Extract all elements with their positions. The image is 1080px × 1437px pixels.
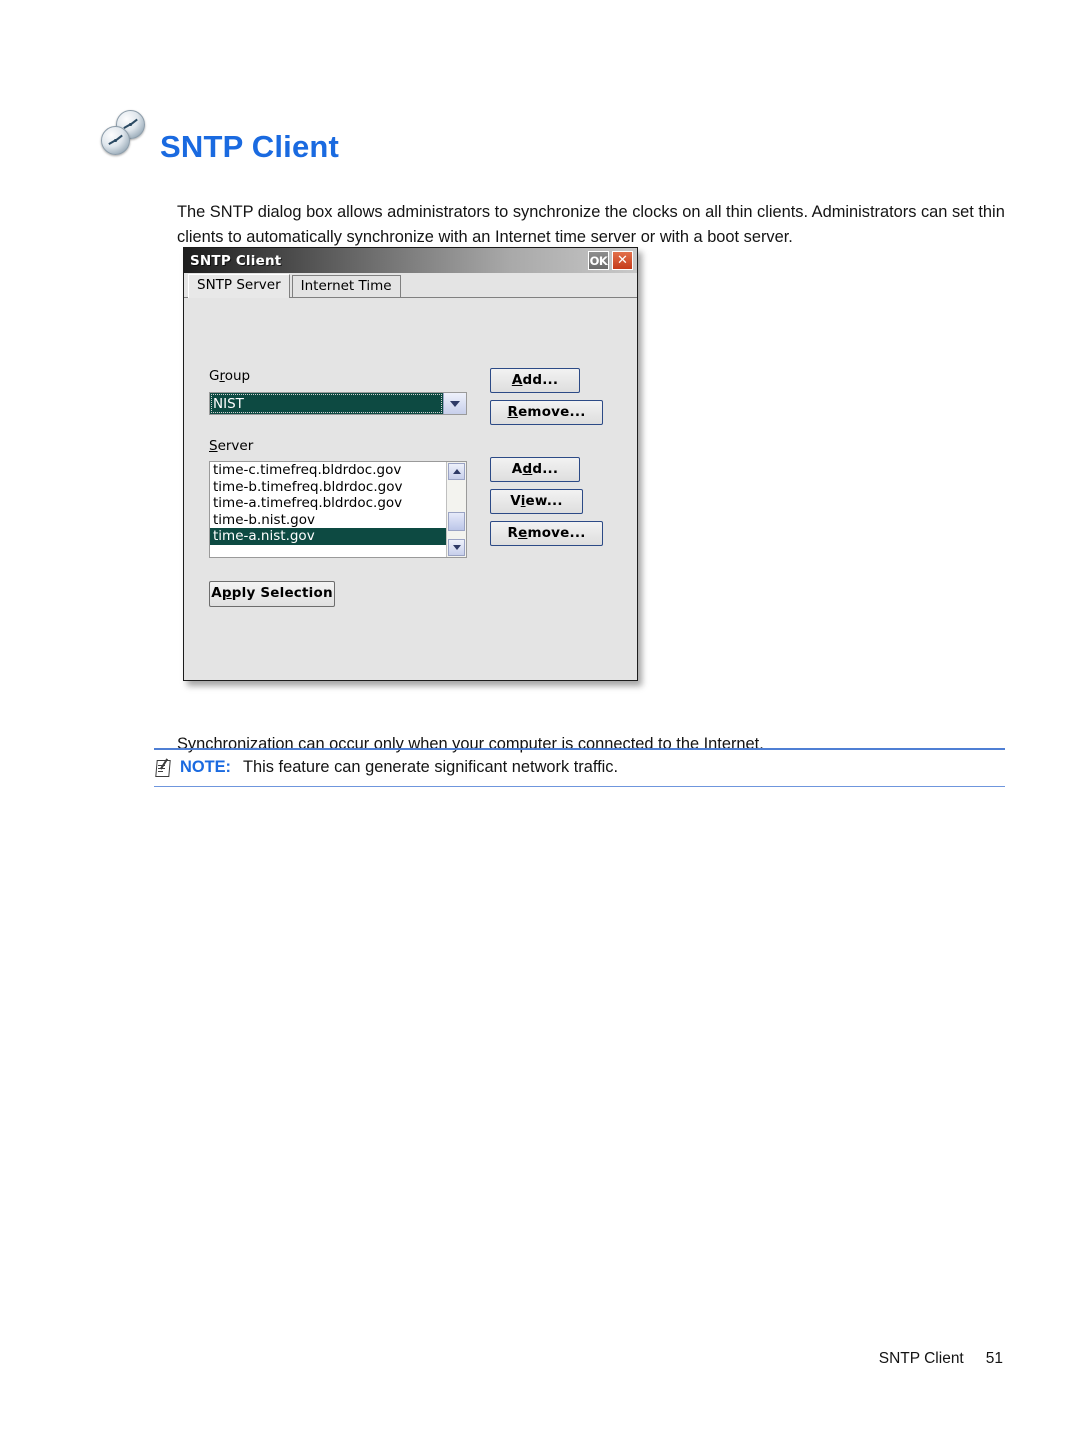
footer-page-number: 51 bbox=[985, 1350, 1003, 1367]
dialog-title: SNTP Client bbox=[190, 252, 282, 269]
chevron-down-icon[interactable] bbox=[443, 393, 466, 414]
server-list-items: time-c.timefreq.bldrdoc.gov time-b.timef… bbox=[210, 462, 446, 557]
note-label: NOTE: bbox=[180, 758, 231, 777]
close-icon[interactable]: ✕ bbox=[612, 251, 633, 270]
tab-internet-time[interactable]: Internet Time bbox=[291, 275, 401, 298]
page-title: SNTP Client bbox=[160, 129, 340, 164]
footer-chapter: SNTP Client bbox=[878, 1350, 964, 1367]
page-heading: SNTP Client bbox=[98, 108, 340, 164]
sntp-server-panel: Group NIST Add... Remove... Server time-… bbox=[184, 298, 637, 678]
sntp-client-dialog: SNTP Client OK ✕ SNTP Server Internet Ti… bbox=[183, 247, 638, 681]
server-view-button[interactable]: View... bbox=[490, 489, 583, 514]
list-item[interactable]: time-b.timefreq.bldrdoc.gov bbox=[210, 479, 446, 496]
server-add-button[interactable]: Add... bbox=[490, 457, 580, 482]
tab-sntp-server[interactable]: SNTP Server bbox=[188, 274, 290, 298]
note-block: NOTE: This feature can generate signific… bbox=[154, 748, 1005, 788]
note-pencil-icon bbox=[154, 758, 174, 778]
note-body: NOTE: This feature can generate signific… bbox=[154, 750, 1005, 786]
server-list-scrollbar[interactable] bbox=[446, 462, 466, 557]
server-listbox[interactable]: time-c.timefreq.bldrdoc.gov time-b.timef… bbox=[209, 461, 467, 558]
dialog-tabstrip: SNTP Server Internet Time bbox=[184, 273, 637, 298]
list-item-selected[interactable]: time-a.nist.gov bbox=[210, 528, 446, 545]
group-combobox-value: NIST bbox=[210, 393, 443, 414]
intro-paragraph: The SNTP dialog box allows administrator… bbox=[177, 203, 1005, 247]
group-combobox[interactable]: NIST bbox=[209, 392, 467, 415]
list-item[interactable]: time-b.nist.gov bbox=[210, 512, 446, 529]
list-item[interactable]: time-a.timefreq.bldrdoc.gov bbox=[210, 495, 446, 512]
group-remove-button[interactable]: Remove... bbox=[490, 400, 603, 425]
group-label: Group bbox=[209, 368, 251, 384]
group-add-button[interactable]: Add... bbox=[490, 368, 580, 393]
server-remove-button[interactable]: Remove... bbox=[490, 521, 603, 546]
server-label: Server bbox=[209, 438, 254, 454]
list-item[interactable]: time-c.timefreq.bldrdoc.gov bbox=[210, 462, 446, 479]
scrollbar-thumb[interactable] bbox=[448, 512, 465, 531]
apply-selection-button[interactable]: Apply Selection bbox=[209, 581, 335, 607]
scroll-down-arrow-icon[interactable] bbox=[448, 539, 465, 556]
dialog-titlebar: SNTP Client OK ✕ bbox=[184, 248, 637, 273]
note-text: This feature can generate significant ne… bbox=[243, 758, 619, 777]
dual-clock-icon bbox=[98, 108, 150, 160]
ok-button[interactable]: OK bbox=[588, 251, 609, 270]
note-rule-bottom bbox=[154, 785, 1005, 788]
scroll-up-arrow-icon[interactable] bbox=[448, 463, 465, 480]
page-footer: SNTP Client 51 bbox=[879, 1350, 1003, 1368]
